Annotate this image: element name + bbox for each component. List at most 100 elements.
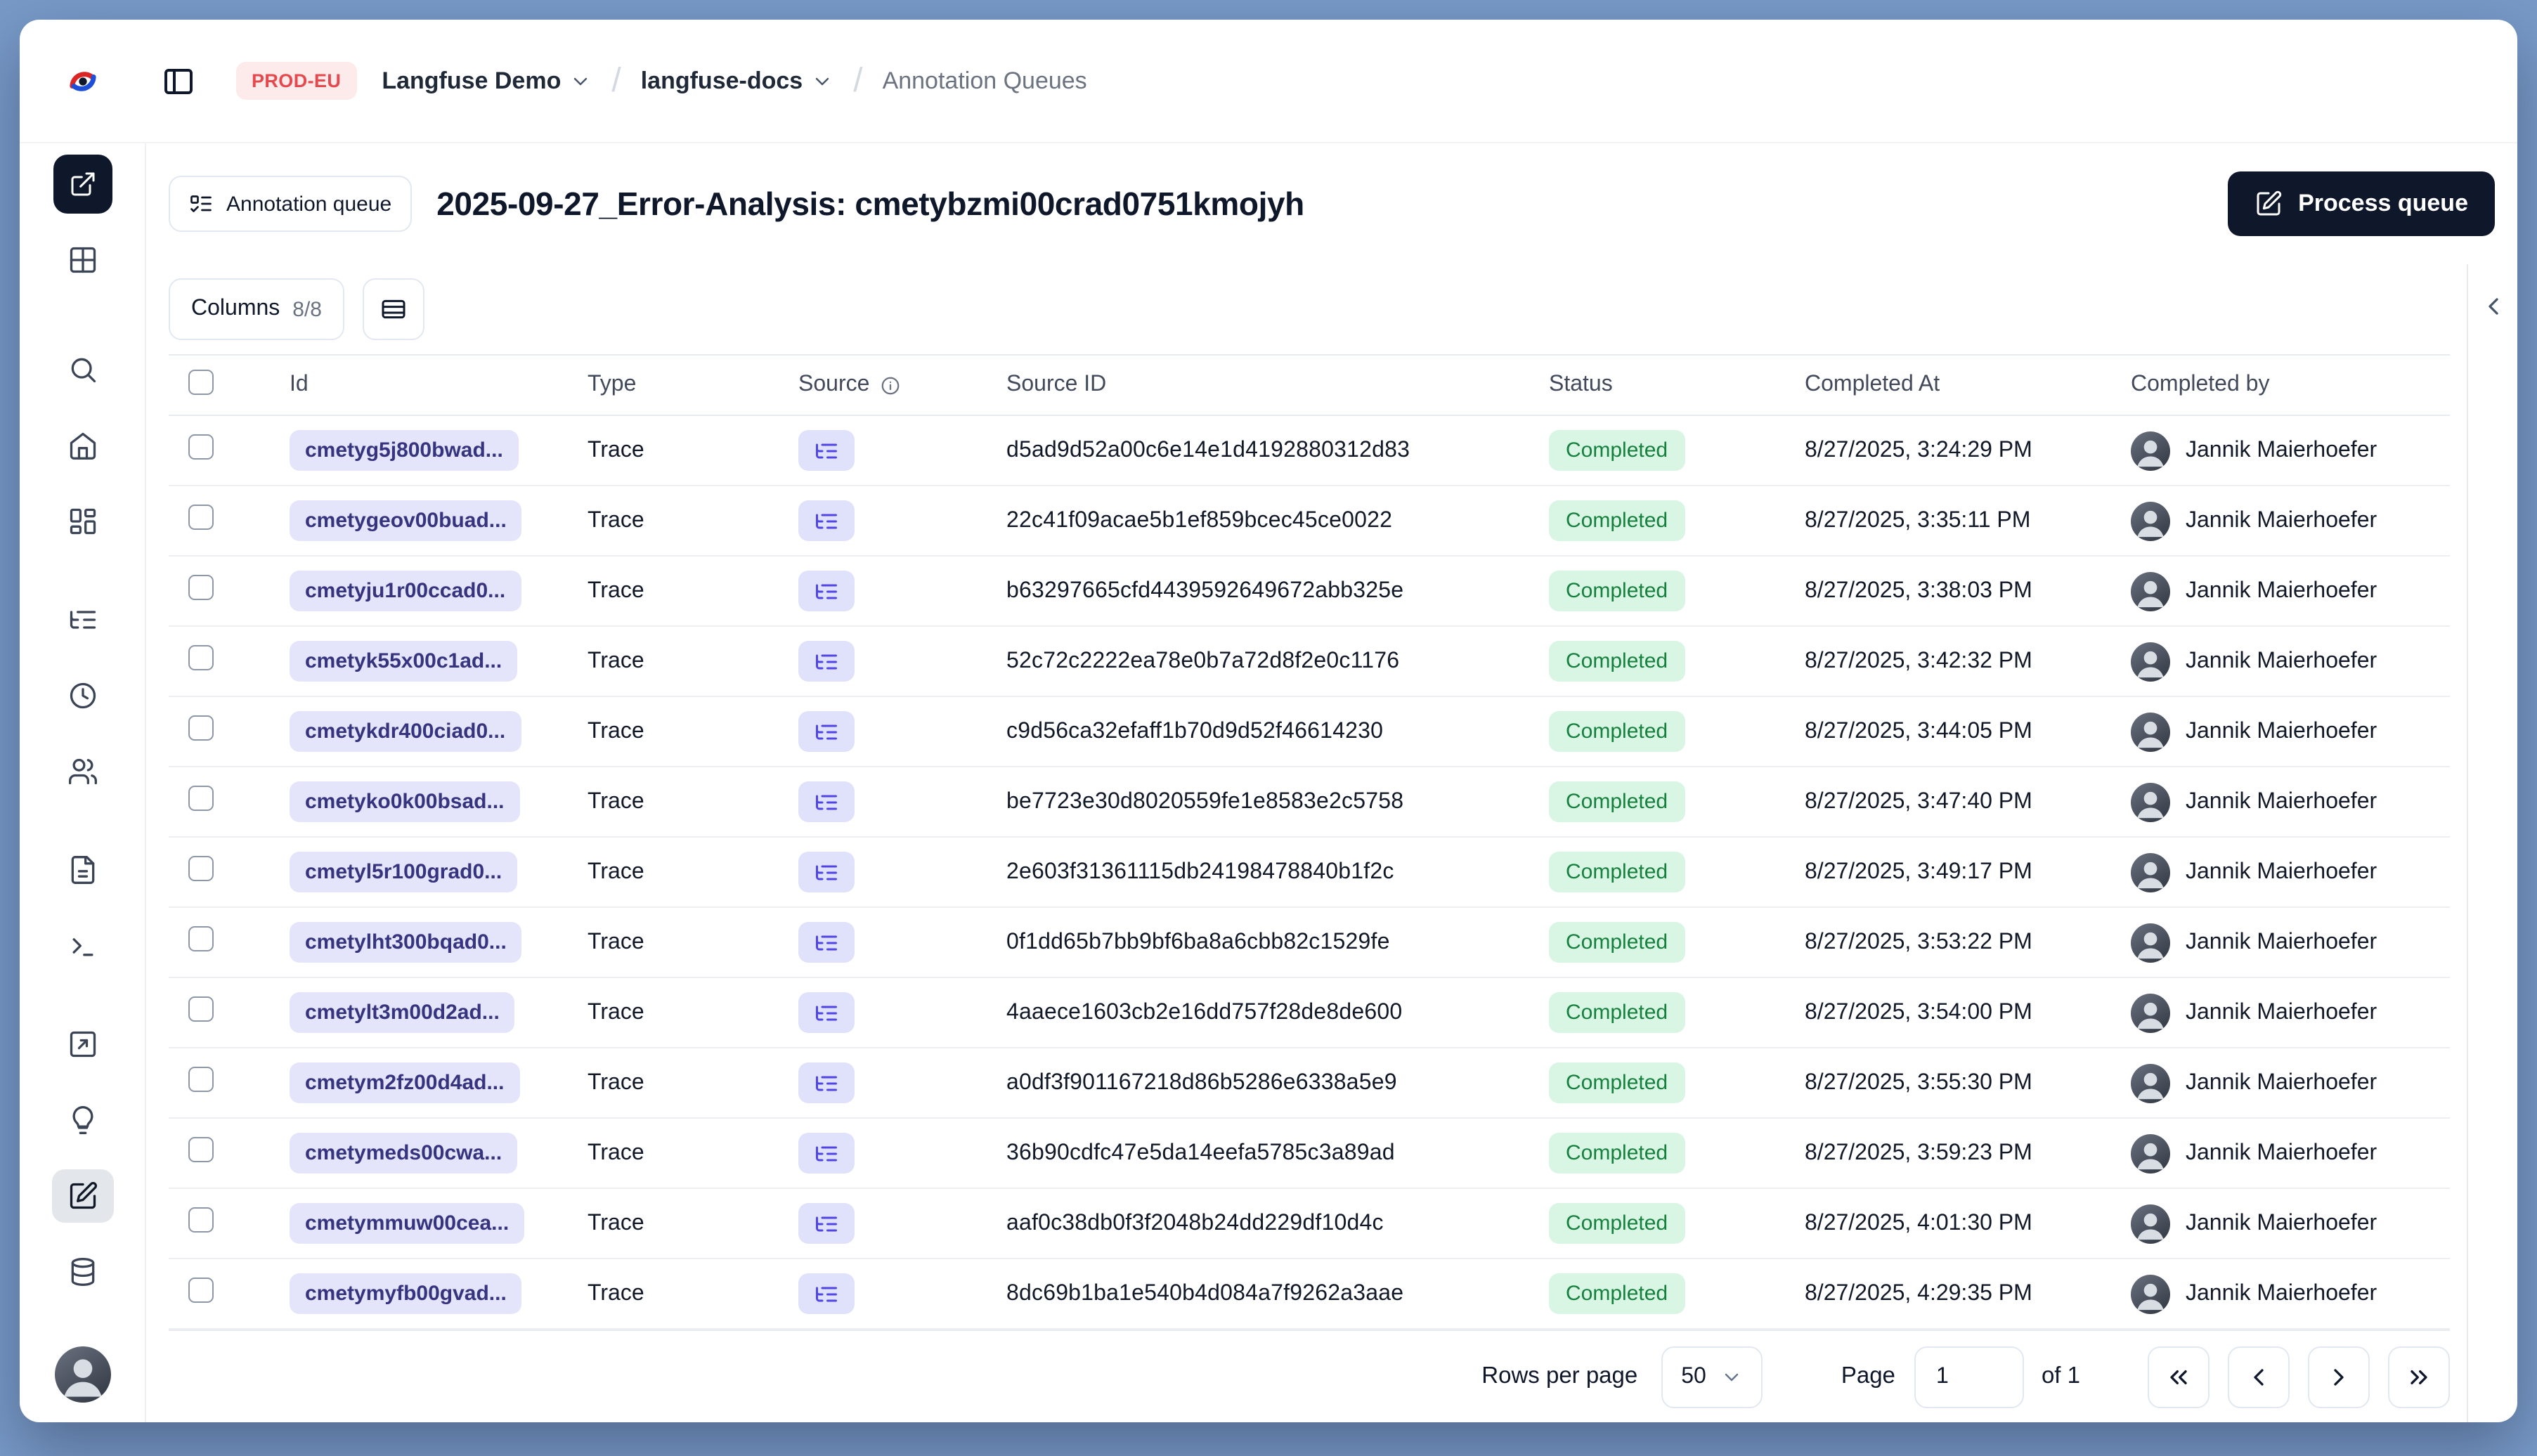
scores-file-icon[interactable] bbox=[20, 832, 145, 908]
trace-source-icon[interactable] bbox=[798, 922, 855, 963]
external-link-icon[interactable] bbox=[53, 155, 112, 214]
dashboard-icon[interactable] bbox=[20, 483, 145, 559]
row-type: Trace bbox=[588, 1000, 644, 1024]
trace-source-icon[interactable] bbox=[798, 430, 855, 471]
row-id-link[interactable]: cmetyg5j800bwad... bbox=[290, 430, 519, 471]
column-header-completed-at: Completed At bbox=[1805, 372, 1940, 396]
annotation-queue-chip: Annotation queue bbox=[169, 176, 412, 232]
next-page-icon[interactable] bbox=[2308, 1346, 2370, 1408]
trace-source-icon[interactable] bbox=[798, 500, 855, 541]
select-all-checkbox[interactable] bbox=[188, 369, 214, 394]
trace-source-icon[interactable] bbox=[798, 1062, 855, 1103]
row-source-id: a0df3f901167218d86b5286e6338a5e9 bbox=[1006, 1070, 1397, 1094]
trace-source-icon[interactable] bbox=[798, 571, 855, 611]
project-name: langfuse-docs bbox=[640, 67, 803, 93]
row-avatar bbox=[2131, 431, 2170, 470]
traces-icon[interactable] bbox=[20, 582, 145, 658]
sessions-clock-icon[interactable] bbox=[20, 658, 145, 734]
columns-button[interactable]: Columns 8/8 bbox=[169, 278, 344, 340]
status-badge: Completed bbox=[1549, 430, 1685, 471]
row-completed-by: Jannik Maierhoefer bbox=[2186, 719, 2377, 743]
row-completed-by: Jannik Maierhoefer bbox=[2186, 1281, 2377, 1305]
row-checkbox[interactable] bbox=[188, 1067, 214, 1092]
row-completed-by: Jannik Maierhoefer bbox=[2186, 438, 2377, 462]
row-checkbox[interactable] bbox=[188, 926, 214, 951]
row-checkbox[interactable] bbox=[188, 715, 214, 741]
row-id-link[interactable]: cmetym2fz00d4ad... bbox=[290, 1062, 520, 1103]
row-checkbox[interactable] bbox=[188, 1278, 214, 1303]
row-checkbox[interactable] bbox=[188, 1137, 214, 1162]
users-icon[interactable] bbox=[20, 734, 145, 810]
row-id-link[interactable]: cmetymeds00cwa... bbox=[290, 1133, 518, 1174]
row-id-link[interactable]: cmetyju1r00ccad0... bbox=[290, 571, 521, 611]
row-id-link[interactable]: cmetygeov00buad... bbox=[290, 500, 522, 541]
last-page-icon[interactable] bbox=[2388, 1346, 2450, 1408]
annotation-queues-icon[interactable] bbox=[20, 1158, 145, 1234]
row-checkbox[interactable] bbox=[188, 786, 214, 811]
row-id-link[interactable]: cmetylht300bqad0... bbox=[290, 922, 522, 963]
table-row: cmetyko0k00bsad... Trace be7723e30d80205… bbox=[169, 767, 2450, 838]
table-header: Id Type Source Source ID Status Complete… bbox=[169, 354, 2450, 416]
previous-page-icon[interactable] bbox=[2228, 1346, 2290, 1408]
playground-icon[interactable] bbox=[20, 1006, 145, 1082]
status-badge: Completed bbox=[1549, 1203, 1685, 1244]
row-id-link[interactable]: cmetymyfb00gvad... bbox=[290, 1273, 522, 1314]
trace-source-icon[interactable] bbox=[798, 1273, 855, 1314]
row-source-id: aaf0c38db0f3f2048b24dd229df10d4c bbox=[1006, 1211, 1384, 1235]
status-badge: Completed bbox=[1549, 852, 1685, 892]
row-source-id: d5ad9d52a00c6e14e1d4192880312d83 bbox=[1006, 438, 1410, 462]
row-id-link[interactable]: cmetylt3m00d2ad... bbox=[290, 992, 515, 1033]
row-id-link[interactable]: cmetyko0k00bsad... bbox=[290, 781, 520, 822]
trace-source-icon[interactable] bbox=[798, 852, 855, 892]
trace-source-icon[interactable] bbox=[798, 1133, 855, 1174]
table-row: cmetyju1r00ccad0... Trace b63297665cfd44… bbox=[169, 557, 2450, 627]
status-badge: Completed bbox=[1549, 711, 1685, 752]
rows-per-page-select[interactable]: 50 bbox=[1661, 1346, 1763, 1408]
search-icon[interactable] bbox=[20, 332, 145, 408]
row-checkbox[interactable] bbox=[188, 434, 214, 460]
prompts-terminal-icon[interactable] bbox=[20, 908, 145, 984]
columns-label: Columns bbox=[191, 297, 280, 320]
project-switcher[interactable]: langfuse-docs bbox=[641, 67, 834, 95]
process-queue-button[interactable]: Process queue bbox=[2228, 171, 2495, 236]
row-avatar bbox=[2131, 712, 2170, 751]
table-row: cmetymyfb00gvad... Trace 8dc69b1ba1e540b… bbox=[169, 1259, 2450, 1330]
datasets-database-icon[interactable] bbox=[20, 1234, 145, 1310]
row-checkbox[interactable] bbox=[188, 645, 214, 670]
row-checkbox[interactable] bbox=[188, 575, 214, 600]
trace-source-icon[interactable] bbox=[798, 641, 855, 682]
row-source-id: be7723e30d8020559fe1e8583e2c5758 bbox=[1006, 789, 1404, 813]
first-page-icon[interactable] bbox=[2148, 1346, 2210, 1408]
info-icon[interactable] bbox=[879, 375, 900, 396]
row-height-icon[interactable] bbox=[363, 278, 424, 340]
sidebar-toggle-icon[interactable] bbox=[155, 57, 202, 105]
evaluation-lightbulb-icon[interactable] bbox=[20, 1082, 145, 1158]
trace-source-icon[interactable] bbox=[798, 1203, 855, 1244]
column-header-source-id: Source ID bbox=[1006, 372, 1107, 396]
chevron-down-icon bbox=[811, 70, 833, 92]
row-completed-at: 8/27/2025, 3:55:30 PM bbox=[1805, 1070, 2032, 1094]
org-switcher[interactable]: Langfuse Demo bbox=[382, 67, 592, 95]
row-id-link[interactable]: cmetyl5r100grad0... bbox=[290, 852, 518, 892]
row-checkbox[interactable] bbox=[188, 856, 214, 881]
row-source-id: 36b90cdfc47e5da14eefa5785c3a89ad bbox=[1006, 1140, 1395, 1164]
row-completed-by: Jannik Maierhoefer bbox=[2186, 649, 2377, 672]
row-id-link[interactable]: cmetykdr400ciad0... bbox=[290, 711, 521, 752]
row-checkbox[interactable] bbox=[188, 505, 214, 530]
trace-source-icon[interactable] bbox=[798, 711, 855, 752]
collapse-panel-icon[interactable] bbox=[2473, 287, 2512, 326]
grid-icon[interactable] bbox=[20, 222, 145, 298]
page-number-input[interactable] bbox=[1914, 1346, 2025, 1408]
row-id-link[interactable]: cmetyk55x00c1ad... bbox=[290, 641, 518, 682]
right-panel-rail bbox=[2467, 264, 2517, 1422]
trace-source-icon[interactable] bbox=[798, 781, 855, 822]
row-checkbox[interactable] bbox=[188, 996, 214, 1022]
row-type: Trace bbox=[588, 1211, 644, 1235]
home-icon[interactable] bbox=[20, 408, 145, 483]
row-id-link[interactable]: cmetymmuw00cea... bbox=[290, 1203, 525, 1244]
trace-source-icon[interactable] bbox=[798, 992, 855, 1033]
langfuse-logo bbox=[20, 63, 146, 99]
user-avatar[interactable] bbox=[54, 1346, 110, 1403]
row-checkbox[interactable] bbox=[188, 1207, 214, 1233]
sidebar bbox=[20, 143, 146, 1422]
